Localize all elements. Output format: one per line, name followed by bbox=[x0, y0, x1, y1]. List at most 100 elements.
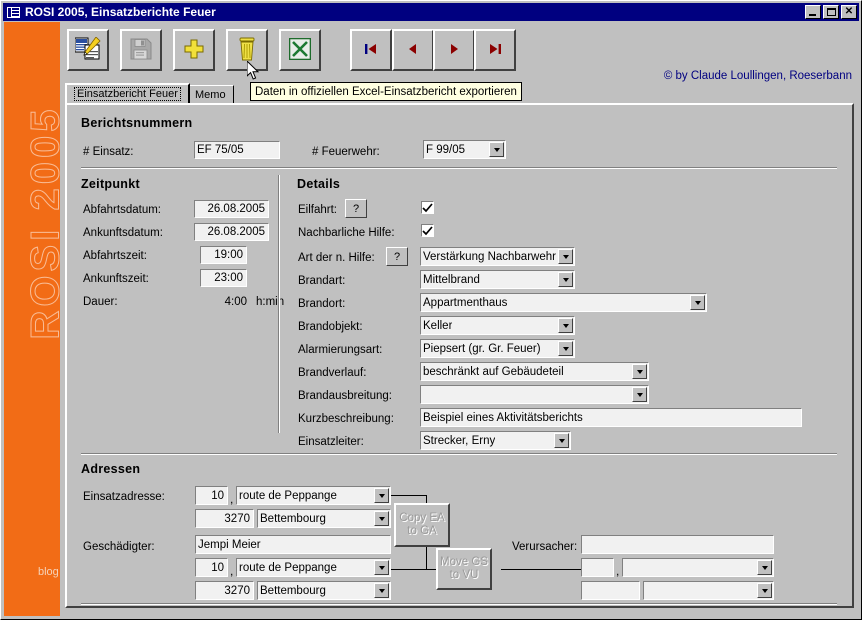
field-brandort-value: Appartmenthaus bbox=[423, 297, 507, 309]
last-record-button[interactable] bbox=[474, 29, 516, 71]
value-dauer: 4:00 bbox=[200, 296, 247, 308]
field-verursacher-ort[interactable] bbox=[643, 581, 774, 600]
previous-record-button[interactable] bbox=[392, 29, 434, 71]
field-brandort[interactable]: Appartmenthaus bbox=[420, 293, 707, 312]
chevron-down-icon[interactable] bbox=[558, 249, 573, 264]
save-record-button[interactable] bbox=[120, 29, 162, 71]
copyright-notice: © by Claude Loullingen, Roeserbann bbox=[664, 70, 852, 82]
tab-memo[interactable]: Memo bbox=[187, 85, 234, 103]
field-ankunftsdatum[interactable]: 26.08.2005 bbox=[194, 223, 269, 241]
excel-icon bbox=[289, 38, 311, 63]
field-einsatzadresse-strasse[interactable]: route de Peppange bbox=[236, 486, 391, 505]
label-nachbarliche-hilfe: Nachbarliche Hilfe: bbox=[298, 227, 395, 239]
connector-line-3 bbox=[391, 569, 427, 570]
field-geschaedigter-plz[interactable]: 3270 bbox=[195, 581, 254, 600]
chevron-down-icon[interactable] bbox=[558, 341, 573, 356]
comma-separator-2: , bbox=[230, 564, 233, 578]
orange-branding-band: ROSI 2005 blog bbox=[4, 22, 60, 616]
field-brandausbreitung[interactable] bbox=[420, 385, 649, 404]
field-feuerwehr-nr-value: F 99/05 bbox=[426, 144, 465, 156]
tab-einsatzbericht-feuer[interactable]: Einsatzbericht Feuer bbox=[65, 83, 190, 103]
field-brandverlauf-value: beschränkt auf Gebäudeteil bbox=[423, 366, 564, 378]
connector-line-1 bbox=[391, 495, 427, 496]
field-abfahrtszeit[interactable]: 19:00 bbox=[200, 246, 247, 264]
section-title-adressen: Adressen bbox=[81, 462, 140, 476]
field-einsatzadresse-ort-value: Bettembourg bbox=[260, 513, 326, 525]
field-ankunftszeit[interactable]: 23:00 bbox=[200, 269, 247, 287]
field-kurzbeschreibung[interactable]: Beispiel eines Aktivitätsberichts bbox=[420, 408, 802, 427]
chevron-down-icon[interactable] bbox=[374, 583, 389, 598]
chevron-down-icon[interactable] bbox=[632, 364, 647, 379]
checkbox-nachbarliche-hilfe[interactable] bbox=[421, 224, 434, 237]
label-alarmierungsart: Alarmierungsart: bbox=[298, 344, 382, 356]
chevron-down-icon[interactable] bbox=[690, 295, 705, 310]
field-alarmierungsart[interactable]: Piepsert (gr. Gr. Feuer) bbox=[420, 339, 575, 358]
maximize-button[interactable] bbox=[823, 5, 839, 19]
chevron-down-icon[interactable] bbox=[558, 272, 573, 287]
delete-record-button[interactable] bbox=[226, 29, 268, 71]
label-verursacher: Verursacher: bbox=[512, 541, 577, 553]
field-alarmierungsart-value: Piepsert (gr. Gr. Feuer) bbox=[423, 343, 541, 355]
next-record-button[interactable] bbox=[433, 29, 475, 71]
next-record-icon bbox=[448, 43, 460, 58]
tooltip-text: Daten in offiziellen Excel-Einsatzberich… bbox=[255, 86, 517, 98]
field-brandobjekt[interactable]: Keller bbox=[420, 316, 575, 335]
move-gs-to-vu-button[interactable]: Move GS to VU bbox=[436, 548, 492, 590]
rosi-watermark: ROSI 2005 bbox=[24, 103, 61, 343]
first-record-button[interactable] bbox=[350, 29, 392, 71]
field-einsatzadresse-ort[interactable]: Bettembourg bbox=[257, 509, 391, 528]
chevron-down-icon[interactable] bbox=[489, 142, 504, 157]
chevron-down-icon[interactable] bbox=[757, 560, 772, 575]
eilfahrt-help-button[interactable]: ? bbox=[345, 199, 367, 218]
field-verursacher-strasse[interactable] bbox=[622, 558, 774, 577]
field-brandart[interactable]: Mittelbrand bbox=[420, 270, 575, 289]
field-geschaedigter-plz-value: 3270 bbox=[224, 585, 250, 597]
blog-link[interactable]: blog bbox=[38, 566, 59, 578]
field-geschaedigter-name[interactable]: Jempi Meier bbox=[195, 535, 391, 554]
field-verursacher-plz[interactable] bbox=[581, 581, 640, 600]
chevron-down-icon[interactable] bbox=[554, 433, 569, 448]
field-feuerwehr-nr[interactable]: F 99/05 bbox=[423, 140, 506, 159]
field-verursacher-name[interactable] bbox=[581, 535, 774, 554]
edit-record-button[interactable] bbox=[67, 29, 109, 71]
label-abfahrtsdatum: Abfahrtsdatum: bbox=[83, 204, 161, 216]
label-brandort: Brandort: bbox=[298, 298, 345, 310]
art-hilfe-help-button[interactable]: ? bbox=[386, 247, 408, 266]
field-einsatzadresse-plz[interactable]: 3270 bbox=[195, 509, 254, 528]
form-pencil-icon bbox=[75, 37, 101, 64]
field-geschaedigter-strasse-value: route de Peppange bbox=[239, 562, 337, 574]
field-abfahrtszeit-value: 19:00 bbox=[214, 249, 243, 261]
chevron-down-icon[interactable] bbox=[632, 387, 647, 402]
section-title-details: Details bbox=[297, 177, 340, 191]
copy-ea-to-ga-button[interactable]: Copy EA to GA bbox=[394, 503, 450, 547]
field-einsatzadresse-plz-value: 3270 bbox=[224, 513, 250, 525]
field-brandverlauf[interactable]: beschränkt auf Gebäudeteil bbox=[420, 362, 649, 381]
field-abfahrtsdatum-value: 26.08.2005 bbox=[207, 203, 265, 215]
chevron-down-icon[interactable] bbox=[374, 511, 389, 526]
field-geschaedigter-hausnr[interactable]: 10 bbox=[195, 558, 228, 577]
field-art-der-hilfe[interactable]: Verstärkung Nachbarwehr bbox=[420, 247, 575, 266]
field-geschaedigter-strasse[interactable]: route de Peppange bbox=[236, 558, 391, 577]
field-abfahrtsdatum[interactable]: 26.08.2005 bbox=[194, 200, 269, 218]
chevron-down-icon[interactable] bbox=[374, 560, 389, 575]
minimize-button[interactable] bbox=[805, 5, 821, 19]
field-einsatzleiter[interactable]: Strecker, Erny bbox=[420, 431, 571, 450]
chevron-down-icon[interactable] bbox=[374, 488, 389, 503]
field-einsatz-nr[interactable]: EF 75/05 bbox=[194, 141, 280, 159]
chevron-down-icon[interactable] bbox=[558, 318, 573, 333]
label-brandverlauf: Brandverlauf: bbox=[298, 367, 366, 379]
label-kurzbeschreibung: Kurzbeschreibung: bbox=[298, 413, 394, 425]
add-record-button[interactable] bbox=[173, 29, 215, 71]
close-button[interactable]: ✕ bbox=[841, 5, 857, 19]
field-brandobjekt-value: Keller bbox=[423, 320, 452, 332]
last-record-icon bbox=[488, 43, 502, 58]
label-einsatzadresse: Einsatzadresse: bbox=[83, 491, 165, 503]
checkbox-eilfahrt[interactable] bbox=[421, 201, 434, 214]
export-excel-button[interactable] bbox=[279, 29, 321, 71]
field-einsatzadresse-hausnr[interactable]: 10 bbox=[195, 486, 228, 505]
field-geschaedigter-ort[interactable]: Bettembourg bbox=[257, 581, 391, 600]
field-verursacher-hausnr[interactable] bbox=[581, 558, 614, 577]
field-brandart-value: Mittelbrand bbox=[423, 274, 480, 286]
chevron-down-icon[interactable] bbox=[757, 583, 772, 598]
plus-icon bbox=[184, 39, 204, 62]
